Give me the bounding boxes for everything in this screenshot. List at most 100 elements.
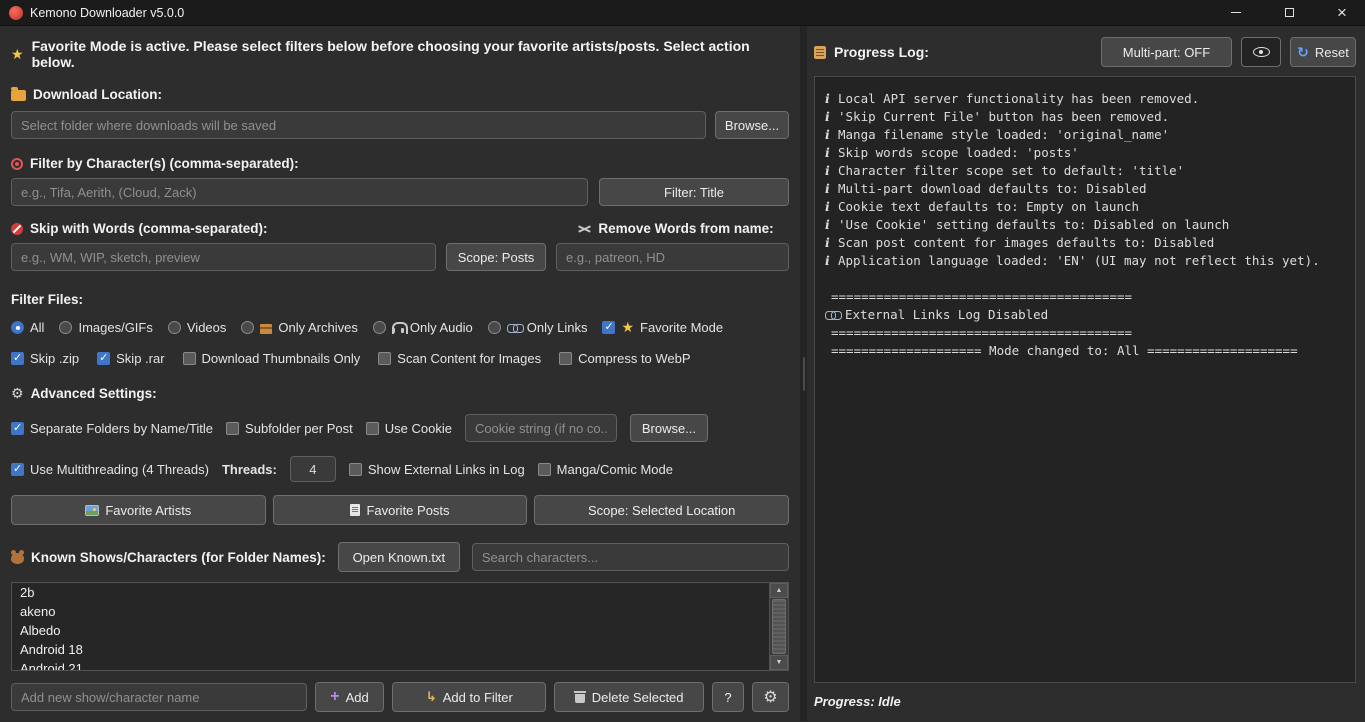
log-text: 'Use Cookie' setting defaults to: Disabl… (838, 216, 1229, 234)
log-text: Skip words scope loaded: 'posts' (838, 144, 1079, 162)
favorite-posts-button[interactable]: Favorite Posts (273, 495, 528, 525)
panel-splitter[interactable] (800, 26, 807, 721)
visibility-toggle-button[interactable] (1241, 37, 1281, 67)
list-item[interactable]: Android 18 (12, 640, 788, 659)
progress-log-output[interactable]: Local API server functionality has been … (814, 76, 1356, 683)
log-line: ======================================== (825, 288, 1345, 306)
multipart-toggle-button[interactable]: Multi-part: OFF (1101, 37, 1232, 67)
action-buttons-row: Favorite Artists Favorite Posts Scope: S… (11, 495, 789, 525)
radio-icon (373, 321, 386, 334)
log-text: Cookie text defaults to: Empty on launch (838, 198, 1139, 216)
checkbox-use-cookie[interactable]: Use Cookie (366, 421, 452, 436)
reset-button[interactable]: Reset (1290, 37, 1356, 67)
skip-words-input[interactable] (11, 243, 436, 271)
log-text: ==================== Mode changed to: Al… (831, 342, 1298, 360)
cookie-string-input[interactable] (465, 414, 617, 442)
advanced-settings-row: Separate Folders by Name/Title Subfolder… (11, 414, 789, 442)
radio-only-links[interactable]: Only Links (488, 320, 588, 335)
download-location-input[interactable] (11, 111, 706, 139)
scroll-up-button[interactable] (770, 583, 788, 598)
file-checkboxes-row: Skip .zip Skip .rar Download Thumbnails … (11, 351, 789, 366)
radio-label: Only Archives (278, 320, 357, 335)
minimize-button[interactable] (1213, 0, 1259, 25)
log-line: Scan post content for images defaults to… (825, 234, 1345, 252)
checkbox-icon (226, 422, 239, 435)
list-item[interactable]: Albedo (12, 621, 788, 640)
checkbox-skip-rar[interactable]: Skip .rar (97, 351, 164, 366)
radio-videos[interactable]: Videos (168, 320, 227, 335)
radio-images-gifs[interactable]: Images/GIFs (59, 320, 152, 335)
favorite-mode-notice: Favorite Mode is active. Please select f… (11, 38, 789, 70)
button-label: Favorite Artists (105, 503, 191, 518)
checkbox-favorite-mode[interactable]: Favorite Mode (602, 319, 723, 336)
skip-scope-button[interactable]: Scope: Posts (446, 243, 546, 271)
info-icon (825, 162, 832, 180)
character-filter-row: Filter: Title (11, 178, 789, 206)
add-to-filter-button[interactable]: Add to Filter (392, 682, 546, 712)
info-icon (825, 108, 832, 126)
favorite-artists-button[interactable]: Favorite Artists (11, 495, 266, 525)
label-text: Remove Words from name: (598, 221, 773, 236)
scroll-down-button[interactable] (770, 655, 788, 670)
link-icon (507, 324, 521, 332)
checkbox-label: Manga/Comic Mode (557, 462, 673, 477)
radio-only-audio[interactable]: Only Audio (373, 320, 473, 335)
checkbox-compress-webp[interactable]: Compress to WebP (559, 351, 690, 366)
log-header: Progress Log: Multi-part: OFF Reset (814, 37, 1356, 67)
log-text: External Links Log Disabled (845, 306, 1048, 324)
checkbox-show-external-links[interactable]: Show External Links in Log (349, 462, 525, 477)
log-line: 'Skip Current File' button has been remo… (825, 108, 1345, 126)
list-item[interactable]: 2b (12, 583, 788, 602)
button-label: Reset (1315, 45, 1349, 60)
radio-only-archives[interactable]: Only Archives (241, 320, 357, 335)
checkbox-subfolder-per-post[interactable]: Subfolder per Post (226, 421, 353, 436)
checkbox-download-thumbnails[interactable]: Download Thumbnails Only (183, 351, 361, 366)
download-location-label: Download Location: (11, 87, 789, 102)
add-button[interactable]: Add (315, 682, 385, 712)
log-line: Cookie text defaults to: Empty on launch (825, 198, 1345, 216)
info-icon (825, 216, 832, 234)
list-item[interactable]: akeno (12, 602, 788, 621)
log-line: ==================== Mode changed to: Al… (825, 342, 1345, 360)
progress-log-label: Progress Log: (814, 44, 929, 60)
open-known-txt-button[interactable]: Open Known.txt (338, 542, 460, 572)
button-label: Scope: Selected Location (588, 503, 735, 518)
log-line: Character filter scope set to default: '… (825, 162, 1345, 180)
checkbox-label: Show External Links in Log (368, 462, 525, 477)
log-line: Application language loaded: 'EN' (UI ma… (825, 252, 1345, 270)
image-icon (85, 505, 99, 516)
checkbox-manga-mode[interactable]: Manga/Comic Mode (538, 462, 673, 477)
checkbox-multithreading[interactable]: Use Multithreading (4 Threads) (11, 462, 209, 477)
character-filter-input[interactable] (11, 178, 588, 206)
threads-input[interactable] (290, 456, 336, 482)
remove-words-input[interactable] (556, 243, 789, 271)
search-characters-input[interactable] (472, 543, 789, 571)
browse-cookie-button[interactable]: Browse... (630, 414, 708, 442)
radio-all[interactable]: All (11, 320, 44, 335)
checkbox-label: Favorite Mode (640, 320, 723, 335)
checkbox-icon (366, 422, 379, 435)
maximize-button[interactable] (1266, 0, 1312, 25)
checkbox-scan-content[interactable]: Scan Content for Images (378, 351, 541, 366)
document-icon (350, 504, 360, 516)
character-list[interactable]: 2b akeno Albedo Android 18 Android 21 (11, 582, 789, 671)
radio-icon (59, 321, 72, 334)
known-shows-row: Known Shows/Characters (for Folder Names… (11, 542, 789, 572)
add-character-input[interactable] (11, 683, 307, 711)
scrollbar-thumb[interactable] (772, 599, 786, 654)
list-item[interactable]: Android 21 (12, 659, 788, 671)
archive-box-icon (260, 324, 272, 334)
settings-button[interactable] (752, 682, 789, 712)
log-panel: Progress Log: Multi-part: OFF Reset Loca… (807, 26, 1365, 721)
list-scrollbar[interactable] (769, 583, 788, 670)
close-button[interactable] (1319, 0, 1365, 25)
checkbox-separate-folders[interactable]: Separate Folders by Name/Title (11, 421, 213, 436)
filter-scope-button[interactable]: Filter: Title (599, 178, 789, 206)
log-text: Multi-part download defaults to: Disable… (838, 180, 1147, 198)
delete-selected-button[interactable]: Delete Selected (554, 682, 704, 712)
info-icon (825, 126, 832, 144)
checkbox-skip-zip[interactable]: Skip .zip (11, 351, 79, 366)
scope-selected-location-button[interactable]: Scope: Selected Location (534, 495, 789, 525)
browse-download-button[interactable]: Browse... (715, 111, 789, 139)
help-button[interactable]: ? (712, 682, 744, 712)
